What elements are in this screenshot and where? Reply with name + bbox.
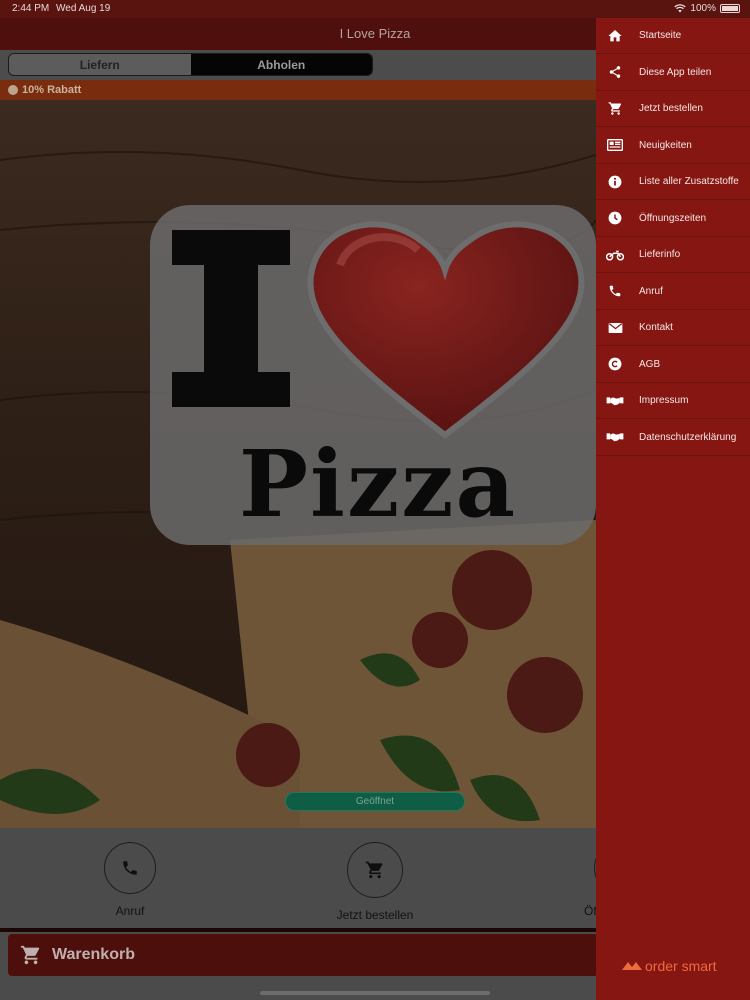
hero-image: I Pizza	[0, 100, 596, 828]
menu-item-share[interactable]: Diese App teilen	[596, 55, 750, 91]
discount-banner: 10% Rabatt	[0, 80, 596, 100]
app-window: 2:44 PM Wed Aug 19 100% I Love Pizza Lie…	[0, 0, 750, 1000]
quick-action-anruf[interactable]: Anruf	[70, 842, 190, 918]
cart-icon	[20, 945, 40, 965]
home-indicator	[260, 991, 490, 995]
badge-icon	[8, 85, 18, 95]
status-time: 2:44 PM	[12, 3, 50, 14]
menu-item-label: Lieferinfo	[639, 249, 681, 260]
order-smart-logo-icon	[622, 962, 642, 970]
status-indicators: 100%	[674, 3, 740, 14]
side-menu: Startseite Diese App teilen Jetzt bestel…	[596, 18, 750, 1000]
menu-item-startseite[interactable]: Startseite	[596, 18, 750, 54]
menu-item-label: Startseite	[639, 30, 682, 41]
cart-icon	[606, 100, 624, 118]
segment-abholen[interactable]: Abholen	[190, 54, 372, 75]
hero-logo-text-pizza: Pizza	[238, 430, 518, 538]
quick-action-bestellen[interactable]: Jetzt bestellen	[315, 842, 435, 922]
share-icon	[606, 63, 624, 81]
copyright-icon	[606, 355, 624, 373]
motorcycle-icon	[606, 246, 624, 264]
menu-item-label: Kontakt	[639, 322, 673, 333]
menu-item-oeffnungszeiten[interactable]: Öffnungszeiten	[596, 201, 750, 237]
battery-icon	[720, 4, 740, 13]
order-mode-segmented-control: Liefern Abholen	[8, 53, 373, 76]
info-icon	[606, 173, 624, 191]
clock-icon	[606, 209, 624, 227]
menu-item-datenschutz[interactable]: Datenschutzerklärung	[596, 420, 750, 456]
cart-icon	[365, 861, 383, 879]
menu-item-label: Liste aller Zusatzstoffe	[639, 176, 739, 187]
menu-item-label: Neuigkeiten	[639, 139, 692, 151]
menu-item-zusatzstoffe[interactable]: Liste aller Zusatzstoffe	[596, 164, 750, 200]
cart-button[interactable]: Warenkorb	[8, 934, 596, 976]
cart-label: Warenkorb	[52, 946, 135, 963]
menu-item-jetzt-bestellen[interactable]: Jetzt bestellen	[596, 91, 750, 127]
battery-percent: 100%	[690, 3, 716, 14]
menu-item-label: Datenschutzerklärung	[639, 431, 737, 443]
quick-action-label: Jetzt bestellen	[336, 908, 414, 922]
status-date: Wed Aug 19	[56, 3, 111, 14]
menu-item-label: Jetzt bestellen	[639, 103, 703, 114]
phone-icon	[123, 861, 137, 875]
status-bar: 2:44 PM Wed Aug 19 100%	[0, 0, 750, 18]
menu-item-label: Öffnungszeiten	[639, 212, 707, 224]
main-content: Liefern Abholen 10% Rabatt Pizza Geöffne…	[0, 50, 596, 1000]
quick-actions-row: Anruf Jetzt bestellen Öf	[0, 828, 596, 928]
handshake-icon	[606, 392, 624, 410]
handshake-icon	[606, 428, 624, 446]
segment-liefern[interactable]: Liefern	[9, 54, 191, 75]
mail-icon	[606, 319, 624, 337]
newspaper-icon	[606, 136, 624, 154]
menu-item-label: Anruf	[639, 285, 663, 297]
phone-icon-circle[interactable]	[104, 842, 156, 894]
order-mode-row: Liefern Abholen	[0, 50, 596, 80]
menu-item-label: AGB	[639, 358, 661, 370]
quick-action-label: Anruf	[115, 904, 145, 918]
quick-action-oeffnungszeiten[interactable]: Öf	[560, 842, 596, 918]
menu-item-anruf[interactable]: Anruf	[596, 274, 750, 310]
home-icon	[606, 27, 624, 45]
menu-item-label: Impressum	[639, 395, 689, 406]
menu-item-neuigkeiten[interactable]: Neuigkeiten	[596, 128, 750, 164]
menu-item-kontakt[interactable]: Kontakt	[596, 310, 750, 346]
quick-action-label: Öf	[584, 904, 596, 918]
brand-logo: order smart	[622, 958, 717, 974]
menu-item-agb[interactable]: AGB	[596, 347, 750, 383]
cart-icon-circle[interactable]	[347, 842, 403, 898]
brand-name: order smart	[645, 958, 717, 974]
wifi-icon	[674, 4, 687, 13]
status-badge: Geöffnet	[285, 792, 465, 811]
menu-item-lieferinfo[interactable]: Lieferinfo	[596, 237, 750, 273]
phone-icon	[606, 282, 624, 300]
menu-item-impressum[interactable]: Impressum	[596, 383, 750, 419]
discount-label: 10% Rabatt	[22, 84, 82, 96]
menu-item-label: Diese App teilen	[639, 66, 712, 78]
